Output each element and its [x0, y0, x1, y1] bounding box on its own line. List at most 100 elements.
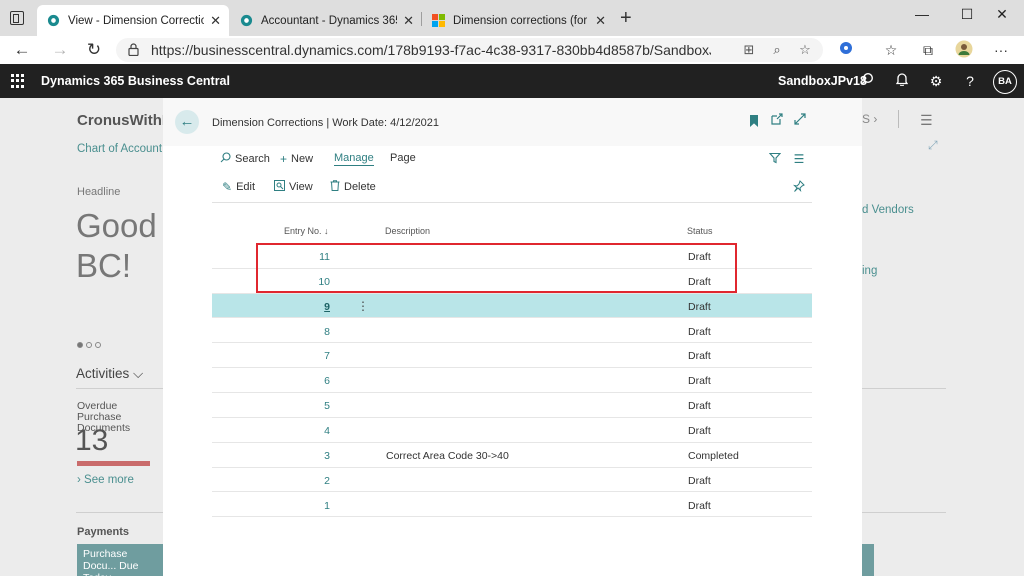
close-window-icon[interactable]: ✕ — [988, 4, 1016, 24]
microsoft-favicon-icon — [432, 14, 445, 27]
tile-fragment — [862, 544, 874, 576]
list-view-icon[interactable]: ☰ — [791, 152, 807, 166]
app-title[interactable]: Dynamics 365 Business Central — [41, 74, 230, 88]
minimize-icon[interactable]: — — [908, 4, 936, 24]
tab-close-icon[interactable]: ✕ — [403, 13, 414, 29]
zoom-icon[interactable]: ⌕ — [768, 41, 786, 59]
see-more-label: See more — [84, 474, 134, 486]
entry-no-cell[interactable]: 9 — [212, 301, 330, 313]
app-launcher-icon[interactable] — [11, 74, 25, 88]
favorites-icon[interactable]: ☆ — [880, 40, 902, 60]
delete-button[interactable]: Delete — [330, 180, 376, 194]
lock-icon — [128, 43, 139, 56]
see-more-link: › See more — [77, 474, 134, 486]
divider — [898, 110, 899, 128]
apps-icon[interactable]: ⊞ — [740, 41, 758, 59]
view-button[interactable]: View — [274, 180, 313, 194]
table-row[interactable]: 9 ⋮ Draft — [212, 293, 812, 319]
status-cell: Draft — [688, 474, 711, 487]
entry-no-cell[interactable]: 1 — [212, 500, 330, 512]
greeting-line: Good — [76, 207, 157, 244]
entry-no-cell[interactable]: 6 — [212, 375, 330, 387]
forward-arrow-icon[interactable]: → — [48, 38, 72, 62]
view-label: View — [289, 181, 313, 193]
url-input[interactable]: https://businesscentral.dynamics.com/178… — [116, 38, 823, 62]
url-text: https://businesscentral.dynamics.com/178… — [151, 42, 711, 58]
search-icon — [220, 152, 231, 166]
status-cell: Draft — [688, 499, 711, 512]
pencil-icon: ✎ — [222, 180, 233, 194]
edit-label: Edit — [236, 181, 256, 193]
expand-icon: ⤢ — [928, 138, 938, 152]
popout-icon[interactable] — [769, 113, 785, 129]
avatar[interactable]: BA — [993, 70, 1017, 94]
expand-icon[interactable] — [792, 113, 808, 129]
hamburger-menu-icon: ☰ — [920, 112, 933, 128]
environment-name: SandboxJPv18 — [778, 74, 867, 88]
table-row[interactable]: 7 Draft — [212, 343, 812, 369]
activities-heading: Activities ⌵ — [76, 366, 163, 382]
search-button[interactable]: Search — [220, 152, 270, 166]
settings-gear-icon[interactable]: ⚙ — [927, 72, 945, 90]
bookmark-icon[interactable] — [750, 115, 758, 127]
partial-link: ing — [862, 265, 878, 277]
refresh-icon[interactable]: ↻ — [82, 38, 106, 62]
browser-addressbar: ← → ↻ https://businesscentral.dynamics.c… — [0, 36, 1024, 64]
vendors-link: d Vendors — [862, 204, 914, 216]
tab-page[interactable]: Page — [390, 152, 416, 164]
window-menu-icon[interactable] — [10, 11, 24, 25]
bc-favicon-icon — [240, 14, 253, 27]
search-label: Search — [235, 153, 270, 165]
column-header-status[interactable]: Status — [687, 226, 713, 236]
search-icon[interactable] — [858, 72, 876, 90]
action-bar: Search + New Manage Page ☰ ✎ Edit View D… — [163, 146, 862, 202]
profile-icon[interactable] — [953, 40, 975, 60]
browser-tab[interactable]: Dimension corrections (for G/L E ✕ — [422, 5, 614, 36]
plus-icon: + — [280, 152, 288, 166]
entry-no-cell[interactable]: 7 — [212, 350, 330, 362]
divider — [212, 202, 812, 203]
chart-of-accounts-link: Chart of Account — [77, 143, 163, 155]
table-row[interactable]: 5 Draft — [212, 393, 812, 418]
table-row[interactable]: 1 Draft — [212, 493, 812, 518]
overdue-count: 13 — [75, 424, 109, 457]
edit-button[interactable]: ✎ Edit — [222, 180, 255, 194]
maximize-icon[interactable]: ☐ — [953, 4, 981, 24]
back-arrow-icon[interactable]: ← — [10, 38, 34, 62]
entry-no-cell[interactable]: 4 — [212, 425, 330, 437]
new-button[interactable]: + New — [280, 152, 313, 166]
status-cell: Draft — [688, 350, 711, 363]
sort-descending-icon: ↓ — [324, 226, 329, 236]
back-arrow-icon[interactable]: ← — [175, 110, 199, 134]
browser-tab[interactable]: Accountant - Dynamics 365 Busi ✕ — [230, 5, 422, 36]
row-actions-icon[interactable]: ⋮ — [357, 299, 369, 313]
entry-no-cell[interactable]: 5 — [212, 400, 330, 412]
tab-close-icon[interactable]: ✕ — [210, 13, 221, 29]
bc-appbar: Dynamics 365 Business Central SandboxJPv… — [0, 64, 1024, 98]
notification-bell-icon[interactable] — [893, 72, 911, 90]
tab-label: Accountant - Dynamics 365 Busi — [261, 14, 397, 27]
company-name: CronusWithE — [77, 112, 163, 129]
browser-extension-icon[interactable] — [835, 40, 857, 60]
tab-close-icon[interactable]: ✕ — [595, 13, 606, 29]
browser-tab-active[interactable]: View - Dimension Corrections - D ✕ — [37, 5, 229, 36]
cue-indicator-bar — [77, 461, 150, 466]
pin-icon[interactable] — [791, 180, 807, 195]
favorite-star-icon[interactable]: ☆ — [796, 41, 814, 59]
entry-no-cell[interactable]: 3 — [212, 450, 330, 462]
table-row[interactable]: 6 Draft — [212, 368, 812, 394]
new-tab-icon[interactable]: + — [620, 8, 632, 28]
table-row[interactable]: 4 Draft — [212, 418, 812, 443]
more-menu-icon[interactable]: ··· — [990, 40, 1012, 60]
column-header-entry-no[interactable]: Entry No. ↓ — [284, 226, 329, 236]
table-row[interactable]: 3 Correct Area Code 30->40 Completed — [212, 443, 812, 468]
tab-manage[interactable]: Manage — [334, 152, 374, 166]
entry-no-cell[interactable]: 8 — [212, 326, 330, 338]
entry-no-cell[interactable]: 2 — [212, 475, 330, 487]
table-row[interactable]: 8 Draft — [212, 319, 812, 344]
column-header-description[interactable]: Description — [385, 226, 430, 236]
help-icon[interactable]: ? — [961, 72, 979, 90]
collections-icon[interactable]: ⧉ — [917, 40, 939, 60]
table-row[interactable]: 2 Draft — [212, 468, 812, 493]
filter-icon[interactable] — [767, 152, 783, 167]
